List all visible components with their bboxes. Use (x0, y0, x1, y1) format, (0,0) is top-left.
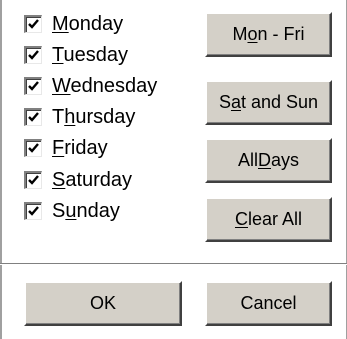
checkbox-friday[interactable] (24, 139, 42, 157)
checkbox-thursday[interactable] (24, 108, 42, 126)
dialog-left-border (0, 0, 2, 339)
checkbox-saturday[interactable] (24, 171, 42, 189)
ok-button[interactable]: OK (24, 281, 182, 326)
day-selection-dialog: Monday Tuesday Wednesday Thursday Friday… (0, 0, 347, 339)
check-mark-icon (28, 19, 39, 29)
checkbox-label-wednesday[interactable]: Wednesday (52, 74, 157, 98)
check-mark-icon (28, 206, 39, 216)
all-days-button[interactable]: All Days (205, 138, 332, 183)
checkbox-row-wednesday[interactable]: Wednesday (24, 72, 157, 100)
checkbox-row-sunday[interactable]: Sunday (24, 197, 120, 225)
checkbox-label-monday[interactable]: Monday (52, 12, 123, 36)
checkbox-label-sunday[interactable]: Sunday (52, 199, 120, 223)
check-mark-icon (28, 81, 39, 91)
checkbox-row-thursday[interactable]: Thursday (24, 103, 135, 131)
check-mark-icon (28, 143, 39, 153)
checkbox-label-saturday[interactable]: Saturday (52, 168, 132, 192)
clear-all-button[interactable]: Clear All (205, 197, 332, 242)
cancel-button[interactable]: Cancel (205, 281, 332, 326)
checkbox-tuesday[interactable] (24, 46, 42, 64)
check-mark-icon (28, 175, 39, 185)
checkbox-row-friday[interactable]: Friday (24, 134, 108, 162)
checkbox-monday[interactable] (24, 15, 42, 33)
checkbox-label-thursday[interactable]: Thursday (52, 105, 135, 129)
checkbox-label-tuesday[interactable]: Tuesday (52, 43, 128, 67)
sat-and-sun-button[interactable]: Sat and Sun (205, 80, 332, 125)
check-mark-icon (28, 50, 39, 60)
checkbox-label-friday[interactable]: Friday (52, 136, 108, 160)
checkbox-row-saturday[interactable]: Saturday (24, 166, 132, 194)
mon-fri-button[interactable]: Mon - Fri (205, 12, 332, 57)
checkbox-sunday[interactable] (24, 202, 42, 220)
checkbox-row-tuesday[interactable]: Tuesday (24, 41, 128, 69)
checkbox-wednesday[interactable] (24, 77, 42, 95)
checkbox-row-monday[interactable]: Monday (24, 10, 123, 38)
check-mark-icon (28, 112, 39, 122)
footer-separator (0, 263, 347, 265)
